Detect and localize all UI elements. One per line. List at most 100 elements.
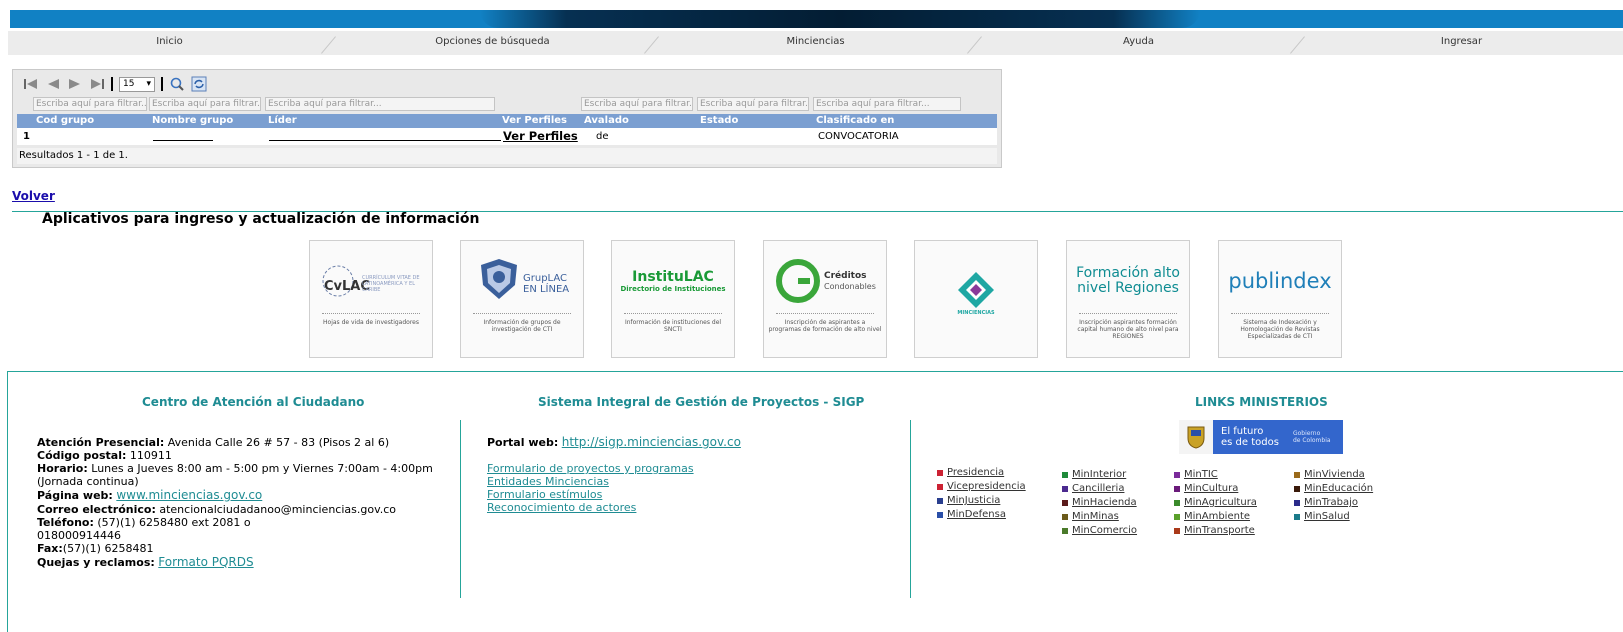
- column-header[interactable]: Clasificado en: [813, 114, 993, 128]
- presencial-label: Atención Presencial:: [37, 436, 165, 449]
- volver-link[interactable]: Volver: [12, 189, 55, 203]
- link-label: MinInterior: [1072, 469, 1127, 480]
- app-tile-cvlac[interactable]: CvLAC CURRÍCULUM VITAE DE LATINOAMÉRICA …: [309, 240, 433, 358]
- column-header[interactable]: Nombre grupo: [149, 114, 265, 128]
- web-link[interactable]: www.minciencias.gov.co: [116, 488, 262, 502]
- column-header[interactable]: Estado: [697, 114, 813, 128]
- link-mincultura[interactable]: MinCultura: [1174, 483, 1238, 494]
- cell-lider-link[interactable]: [269, 140, 501, 141]
- filter-clasificado[interactable]: Escriba aquí para filtrar...: [813, 97, 961, 111]
- bullet-icon: [1174, 471, 1180, 478]
- sigp-link-actores[interactable]: Reconocimiento de actores: [487, 501, 636, 514]
- gobierno-badge[interactable]: El futuro es de todos Gobierno de Colomb…: [1179, 420, 1343, 454]
- link-presidencia[interactable]: Presidencia: [937, 467, 1004, 478]
- app-tile-gruplac[interactable]: GrupLAC EN LÍNEA Información de grupos d…: [460, 240, 584, 358]
- link-minvivienda[interactable]: MinVivienda: [1294, 469, 1365, 480]
- postal-label: Código postal:: [37, 449, 127, 462]
- centro-title: Centro de Atención al Ciudadano: [142, 395, 365, 409]
- link-minminas[interactable]: MinMinas: [1062, 511, 1119, 522]
- results-grid: 15 ▾ Escriba aquí para filtrar... Escriba…: [12, 69, 1002, 168]
- link-minambiente[interactable]: MinAmbiente: [1174, 511, 1250, 522]
- link-label: MinAmbiente: [1184, 511, 1251, 522]
- app-tile-minciencias[interactable]: MINCIENCIAS: [914, 240, 1038, 358]
- badge-line-1: El futuro: [1221, 426, 1264, 437]
- filter-avalado[interactable]: Escriba aquí para filtrar...: [581, 97, 693, 111]
- link-vicepresidencia[interactable]: Vicepresidencia: [937, 481, 1026, 492]
- link-label: MinMinas: [1072, 511, 1119, 522]
- filter-lider[interactable]: Escriba aquí para filtrar...: [265, 97, 495, 111]
- institulac-sub: Directorio de Instituciones: [620, 285, 726, 293]
- bullet-icon: [1294, 471, 1300, 478]
- correo-label: Correo electrónico:: [37, 503, 156, 516]
- nav-ayuda[interactable]: Ayuda: [977, 31, 1300, 55]
- publindex-name: publindex: [1228, 269, 1332, 293]
- bullet-icon: [1062, 499, 1068, 506]
- pqrds-link[interactable]: Formato PQRDS: [158, 555, 253, 569]
- app-tile-formacion[interactable]: Formación alto nivel Regiones Inscripció…: [1066, 240, 1190, 358]
- link-cancilleria[interactable]: Cancilleria: [1062, 483, 1124, 494]
- link-mintrabajo[interactable]: MinTrabajo: [1294, 497, 1358, 508]
- column-header[interactable]: Cod grupo: [33, 114, 149, 128]
- link-mincomercio[interactable]: MinComercio: [1062, 525, 1137, 536]
- link-label: MinTrabajo: [1304, 497, 1358, 508]
- tile-caption: Información de grupos de investigación d…: [483, 319, 561, 333]
- creditos-g-icon: [776, 259, 820, 303]
- portal-label: Portal web:: [487, 436, 559, 449]
- app-tile-publindex[interactable]: publindex Sistema de Indexación y Homolo…: [1218, 240, 1342, 358]
- app-tile-creditos[interactable]: Créditos Condonables Inscripción de aspi…: [763, 240, 887, 358]
- column-header[interactable]: Ver Perfiles: [499, 114, 581, 128]
- filter-cod-grupo[interactable]: Escriba aquí para filtrar...: [33, 97, 147, 111]
- next-page-icon[interactable]: [67, 76, 83, 92]
- app-tile-institulac[interactable]: InstituLAC Directorio de Instituciones I…: [611, 240, 735, 358]
- gruplac-name: GrupLAC EN LÍNEA: [523, 273, 570, 295]
- sigp-link-estimulos[interactable]: Formulario estímulos: [487, 488, 602, 501]
- bullet-icon: [1174, 499, 1180, 506]
- link-label: MinEducación: [1304, 483, 1374, 494]
- portal-link[interactable]: http://sigp.minciencias.gov.co: [562, 435, 741, 449]
- tile-caption: Hojas de vida de investigadores: [323, 319, 419, 326]
- link-label: MinTIC: [1184, 469, 1218, 480]
- toolbar-divider: [111, 77, 113, 91]
- tel-value: (57)(1) 6258480 ext 2081 o: [97, 516, 251, 529]
- search-icon[interactable]: [169, 76, 185, 92]
- bullet-icon: [1062, 485, 1068, 492]
- ver-perfiles-link[interactable]: Ver Perfiles: [500, 128, 578, 145]
- link-minagricultura[interactable]: MinAgricultura: [1174, 497, 1257, 508]
- info-quejas: Quejas y reclamos: Formato PQRDS: [37, 555, 254, 570]
- last-page-icon[interactable]: [89, 76, 105, 92]
- cell-nombre-grupo-link[interactable]: [153, 140, 213, 141]
- results-count: Resultados 1 - 1 de 1.: [17, 148, 997, 164]
- refresh-icon[interactable]: [191, 76, 207, 92]
- nav-minciencias[interactable]: Minciencias: [654, 31, 977, 55]
- link-mintic[interactable]: MinTIC: [1174, 469, 1218, 480]
- badge-gov-2: de Colombia: [1292, 437, 1331, 444]
- previous-page-icon[interactable]: [45, 76, 61, 92]
- link-label: MinJusticia: [947, 495, 1001, 506]
- horario-label: Horario:: [37, 462, 88, 475]
- tile-caption: Inscripción aspirantes formación capital…: [1077, 319, 1179, 340]
- sigp-link-entidades[interactable]: Entidades Minciencias: [487, 475, 609, 488]
- info-telefono: Teléfono: (57)(1) 6258480 ext 2081 o: [37, 516, 251, 529]
- info-fax: Fax:(57)(1) 6258481: [37, 542, 153, 555]
- link-label: MinTransporte: [1184, 525, 1255, 536]
- nav-opciones-busqueda[interactable]: Opciones de búsqueda: [331, 31, 654, 55]
- link-minjusticia[interactable]: MinJusticia: [937, 495, 1000, 506]
- link-label: MinHacienda: [1072, 497, 1137, 508]
- nav-ingresar[interactable]: Ingresar: [1300, 31, 1623, 55]
- link-minhacienda[interactable]: MinHacienda: [1062, 497, 1137, 508]
- correo-value: atencionalciudadanoo@minciencias.gov.co: [159, 503, 397, 516]
- filter-nombre-grupo[interactable]: Escriba aquí para filtrar...: [149, 97, 261, 111]
- sigp-link-formulario[interactable]: Formulario de proyectos y programas: [487, 462, 694, 475]
- link-mintransporte[interactable]: MinTransporte: [1174, 525, 1255, 536]
- link-mineducacion[interactable]: MinEducación: [1294, 483, 1373, 494]
- column-header[interactable]: Avalado: [581, 114, 697, 128]
- tile-caption: Información de instituciones del SNCTI: [624, 319, 722, 333]
- nav-inicio[interactable]: Inicio: [8, 31, 331, 55]
- link-mindefensa[interactable]: MinDefensa: [937, 509, 1006, 520]
- first-page-icon[interactable]: [23, 76, 39, 92]
- page-size-select[interactable]: 15 ▾: [119, 76, 155, 92]
- filter-estado[interactable]: Escriba aquí para filtrar...: [697, 97, 809, 111]
- link-mininterior[interactable]: MinInterior: [1062, 469, 1126, 480]
- column-header[interactable]: Líder: [265, 114, 499, 128]
- link-minsalud[interactable]: MinSalud: [1294, 511, 1350, 522]
